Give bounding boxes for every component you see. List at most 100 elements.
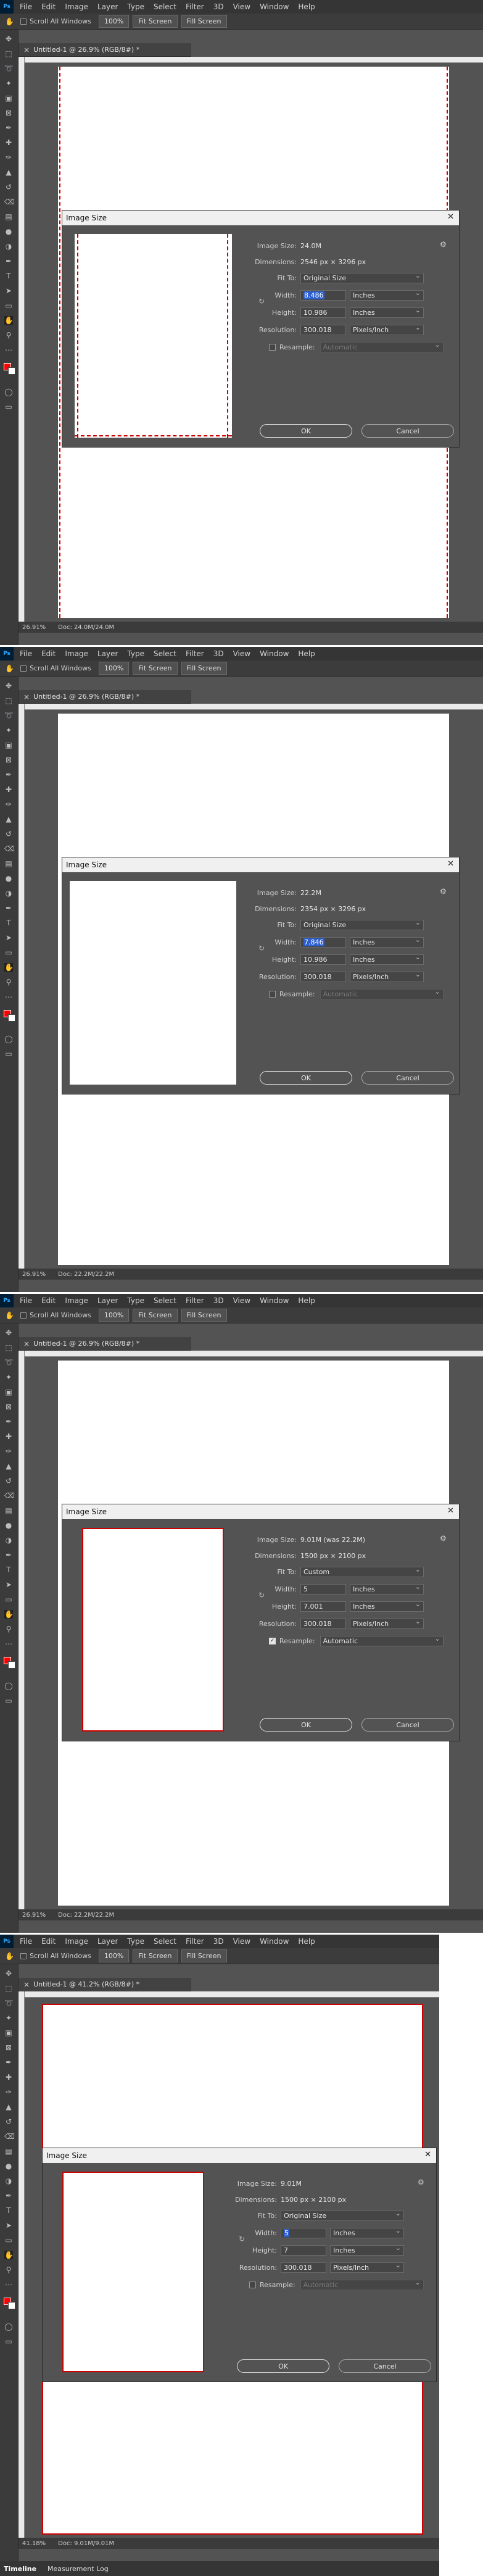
height-units-select[interactable]: Inches <box>350 1599 424 1612</box>
menu-window[interactable]: Window <box>260 1296 289 1305</box>
menu-file[interactable]: File <box>20 1296 32 1305</box>
cancel-button[interactable]: Cancel <box>361 424 454 438</box>
image-preview[interactable] <box>62 2172 204 2372</box>
fit-screen-button[interactable]: Fit Screen <box>133 1949 178 1962</box>
doc-size[interactable]: Doc: 22.2M/22.2M <box>58 1912 114 1919</box>
ok-button[interactable]: OK <box>260 424 352 438</box>
doc-size[interactable]: Doc: 24.0M/24.0M <box>58 624 114 631</box>
frame-tool-icon[interactable]: ⊠ <box>4 109 13 117</box>
resample-checkbox[interactable] <box>269 343 276 351</box>
gradient-tool-icon[interactable]: ▤ <box>4 212 13 221</box>
menu-filter[interactable]: Filter <box>186 649 204 658</box>
fit-to-select[interactable]: Custom <box>300 1565 424 1577</box>
menu-filter[interactable]: Filter <box>186 2 204 11</box>
history-brush-tool-icon[interactable]: ↺ <box>4 2117 13 2126</box>
close-icon[interactable]: ✕ <box>447 212 454 222</box>
gear-icon[interactable]: ⚙ <box>440 240 447 249</box>
menu-3d[interactable]: 3D <box>213 1296 224 1305</box>
width-input[interactable]: 5 <box>300 1583 346 1594</box>
scroll-all-windows-checkbox[interactable] <box>20 1953 27 1959</box>
menu-help[interactable]: Help <box>298 649 315 658</box>
zoom-tool-icon[interactable]: ⚲ <box>4 331 13 340</box>
zoom-tool-icon[interactable]: ⚲ <box>4 2265 13 2274</box>
ok-button[interactable]: OK <box>260 1071 352 1085</box>
resolution-input[interactable]: 300.018 <box>281 2262 326 2273</box>
crop-tool-icon[interactable]: ▣ <box>4 1388 13 1396</box>
blur-tool-icon[interactable]: ● <box>4 1521 13 1530</box>
fit-screen-button[interactable]: Fit Screen <box>133 15 178 28</box>
eraser-tool-icon[interactable]: ⌫ <box>4 2132 15 2141</box>
menu-3d[interactable]: 3D <box>213 2 224 11</box>
menu-image[interactable]: Image <box>65 1296 88 1305</box>
pen-tool-icon[interactable]: ✒ <box>4 257 13 265</box>
rectangle-tool-icon[interactable]: ▭ <box>4 1595 13 1604</box>
zoom-tool-icon[interactable]: ⚲ <box>4 978 13 986</box>
width-input[interactable]: 5 <box>281 2227 326 2238</box>
lasso-tool-icon[interactable]: ➰ <box>4 711 14 720</box>
cancel-button[interactable]: Cancel <box>361 1718 454 1732</box>
menu-select[interactable]: Select <box>154 649 176 658</box>
screen-mode-icon[interactable]: ▭ <box>4 402 13 411</box>
height-input[interactable]: 10.986 <box>300 954 346 965</box>
brush-tool-icon[interactable]: ✑ <box>4 800 13 809</box>
type-tool-icon[interactable]: T <box>4 1565 13 1574</box>
dodge-tool-icon[interactable]: ◑ <box>4 889 13 898</box>
zoom-level[interactable]: 26.91% <box>22 624 46 631</box>
fit-screen-button[interactable]: Fit Screen <box>133 1309 178 1322</box>
image-preview[interactable] <box>70 881 236 1085</box>
hand-tool-icon[interactable]: ✋ <box>4 1610 14 1619</box>
frame-tool-icon[interactable]: ⊠ <box>4 1403 13 1411</box>
more-tools-icon[interactable]: ⋯ <box>4 346 13 354</box>
frame-tool-icon[interactable]: ⊠ <box>4 2043 13 2052</box>
menu-window[interactable]: Window <box>260 1937 289 1946</box>
blur-tool-icon[interactable]: ● <box>4 874 13 883</box>
menu-view[interactable]: View <box>233 1296 250 1305</box>
frame-tool-icon[interactable]: ⊠ <box>4 756 13 764</box>
fill-screen-button[interactable]: Fill Screen <box>181 1309 227 1322</box>
rectangle-tool-icon[interactable]: ▭ <box>4 301 13 310</box>
rectangle-tool-icon[interactable]: ▭ <box>4 948 13 957</box>
quick-mask-icon[interactable]: ◯ <box>4 388 13 396</box>
menu-type[interactable]: Type <box>127 649 144 658</box>
hand-tool-icon[interactable]: ✋ <box>4 963 14 972</box>
width-input[interactable]: 8.486 <box>300 290 346 301</box>
resolution-input[interactable]: 300.018 <box>300 1618 346 1629</box>
menu-type[interactable]: Type <box>127 1296 144 1305</box>
width-units-select[interactable]: Inches <box>330 2226 404 2238</box>
menu-type[interactable]: Type <box>127 2 144 11</box>
resolution-units-select[interactable]: Pixels/Inch <box>350 970 424 982</box>
eraser-tool-icon[interactable]: ⌫ <box>4 198 15 206</box>
height-input[interactable]: 7 <box>281 2245 326 2256</box>
fit-to-select[interactable]: Original Size <box>281 2209 404 2221</box>
lasso-tool-icon[interactable]: ➰ <box>4 64 14 73</box>
fit-screen-button[interactable]: Fit Screen <box>133 662 178 675</box>
menu-help[interactable]: Help <box>298 1937 315 1946</box>
width-input[interactable]: 7.846 <box>300 936 346 948</box>
resolution-units-select[interactable]: Pixels/Inch <box>350 1617 424 1629</box>
document-tab[interactable]: × Untitled-1 @ 26.9% (RGB/8#) * <box>19 690 191 704</box>
gear-icon[interactable]: ⚙ <box>440 1534 447 1543</box>
quick-mask-icon[interactable]: ◯ <box>4 1035 13 1043</box>
width-units-select[interactable]: Inches <box>350 935 424 948</box>
fill-screen-button[interactable]: Fill Screen <box>181 15 227 28</box>
menu-view[interactable]: View <box>233 649 250 658</box>
width-units-select[interactable]: Inches <box>350 1582 424 1594</box>
clone-stamp-tool-icon[interactable]: ▲ <box>4 2103 13 2111</box>
scroll-all-windows-checkbox[interactable] <box>20 665 27 672</box>
color-swatches[interactable] <box>4 363 16 375</box>
menu-view[interactable]: View <box>233 1937 250 1946</box>
brush-tool-icon[interactable]: ✑ <box>4 153 13 162</box>
menu-view[interactable]: View <box>233 2 250 11</box>
clone-stamp-tool-icon[interactable]: ▲ <box>4 1462 13 1470</box>
more-tools-icon[interactable]: ⋯ <box>4 2280 13 2289</box>
zoom-level[interactable]: 41.18% <box>22 2540 46 2547</box>
eyedropper-tool-icon[interactable]: ✒ <box>4 123 13 132</box>
eraser-tool-icon[interactable]: ⌫ <box>4 844 15 853</box>
resample-checkbox[interactable] <box>249 2281 256 2288</box>
crop-tool-icon[interactable]: ▣ <box>4 741 13 749</box>
menu-file[interactable]: File <box>20 2 32 11</box>
fill-screen-button[interactable]: Fill Screen <box>181 662 227 675</box>
menu-file[interactable]: File <box>20 1937 32 1946</box>
history-brush-tool-icon[interactable]: ↺ <box>4 183 13 191</box>
resolution-units-select[interactable]: Pixels/Inch <box>350 323 424 335</box>
